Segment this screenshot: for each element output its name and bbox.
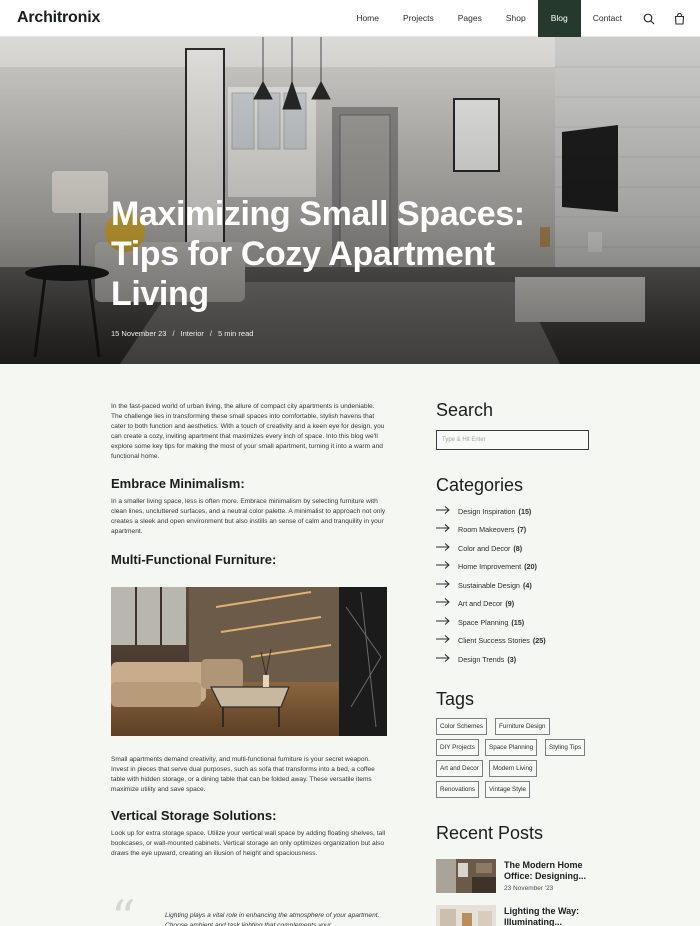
category-count: (15) <box>518 506 532 516</box>
section-text: In a smaller living space, less is often… <box>111 498 386 535</box>
article-intro: In the fast-paced world of urban living,… <box>111 403 385 460</box>
category-item[interactable]: Color and Decor (8) <box>436 543 522 553</box>
category-count: (15) <box>511 617 525 627</box>
pull-quote: Lighting plays a vital role in enhancing… <box>165 912 380 926</box>
category-count: (4) <box>522 580 532 590</box>
category-item[interactable]: Client Success Stories (25) <box>436 635 546 645</box>
section-heading: Vertical Storage Solutions: <box>111 808 277 823</box>
category-label: Art and Decor <box>458 598 503 608</box>
category-item[interactable]: Art and Decor (9) <box>436 598 514 608</box>
nav-contact[interactable]: Contact <box>581 0 634 37</box>
recent-post-thumbnail[interactable] <box>436 859 496 893</box>
section-heading: Embrace Minimalism: <box>111 476 245 491</box>
arrow-right-icon <box>436 561 458 571</box>
category-label: Design Trends <box>458 654 505 664</box>
category-item[interactable]: Sustainable Design (4) <box>436 580 532 590</box>
category-label: Color and Decor <box>458 543 511 553</box>
nav-blog[interactable]: Blog <box>537 0 581 37</box>
arrow-right-icon <box>436 617 458 627</box>
category-count: (9) <box>505 598 515 608</box>
arrow-right-icon <box>436 598 458 608</box>
tag-chip[interactable]: Styling Tips <box>545 739 586 756</box>
tag-chip[interactable]: Color Schemes <box>436 718 488 735</box>
category-count: (8) <box>513 543 523 553</box>
category-label: Room Makeovers <box>458 524 515 534</box>
main-menu: Home Projects Pages Shop Blog Contact <box>344 0 700 37</box>
arrow-right-icon <box>436 654 458 664</box>
top-nav: Architronix Home Projects Pages Shop Blo… <box>0 0 700 37</box>
categories-title: Categories <box>436 475 524 495</box>
section-text: Small apartments demand creativity, and … <box>111 756 375 793</box>
tag-chip[interactable]: Renovations <box>436 781 480 798</box>
recent-post-title[interactable]: The Modern Home Office: Designing... <box>504 860 596 882</box>
nav-home[interactable]: Home <box>344 0 391 37</box>
tag-chip[interactable]: DIY Projects <box>436 739 479 756</box>
category-count: (25) <box>532 635 546 645</box>
search-title: Search <box>436 400 494 420</box>
category-item[interactable]: Design Trends (3) <box>436 654 516 664</box>
hero-banner: Maximizing Small Spaces: Tips for Cozy A… <box>0 37 700 364</box>
section-text: Look up for extra storage space. Utilize… <box>111 830 386 857</box>
section-heading: Multi-Functional Furniture: <box>111 552 277 567</box>
post-title: Maximizing Small Spaces: Tips for Cozy A… <box>111 195 525 313</box>
arrow-right-icon <box>436 580 458 590</box>
recent-post-thumbnail[interactable] <box>436 905 496 926</box>
arrow-right-icon <box>436 506 458 516</box>
category-count: (7) <box>517 524 527 534</box>
category-label: Space Planning <box>458 617 509 627</box>
post-category[interactable]: Interior <box>181 329 204 338</box>
category-count: (3) <box>507 654 517 664</box>
search-icon[interactable] <box>634 0 664 37</box>
post-date: 15 November 23 <box>111 329 167 338</box>
category-label: Client Success Stories <box>458 635 530 645</box>
site-logo[interactable]: Architronix <box>17 9 100 27</box>
recent-posts-title: Recent Posts <box>436 823 544 843</box>
category-item[interactable]: Space Planning (15) <box>436 617 524 627</box>
post-read-time: 5 min read <box>217 329 254 338</box>
arrow-right-icon <box>436 635 458 645</box>
nav-projects[interactable]: Projects <box>391 0 446 37</box>
arrow-right-icon <box>436 543 458 553</box>
category-count: (20) <box>524 561 537 571</box>
recent-post-title[interactable]: Lighting the Way: Illuminating... <box>504 906 596 926</box>
living-room-image <box>111 587 387 736</box>
nav-pages[interactable]: Pages <box>446 0 494 37</box>
meta-separator: / <box>172 329 175 338</box>
category-item[interactable]: Room Makeovers (7) <box>436 524 526 534</box>
meta-separator: / <box>209 329 212 338</box>
quote-mark-icon: “ <box>111 890 136 926</box>
tag-chip[interactable]: Art and Decor <box>436 760 483 777</box>
tag-chip[interactable]: Modern Living <box>489 760 537 777</box>
arrow-right-icon <box>436 524 458 534</box>
category-label: Design Inspiration <box>458 506 516 516</box>
category-item[interactable]: Home Improvement (20) <box>436 561 537 571</box>
tag-chip[interactable]: Vintage Style <box>485 781 530 798</box>
nav-shop[interactable]: Shop <box>494 0 538 37</box>
category-label: Home Improvement <box>458 561 522 571</box>
category-label: Sustainable Design <box>458 580 520 590</box>
tag-chip[interactable]: Space Planning <box>485 739 538 756</box>
search-input[interactable]: Type & Hit Enter <box>436 430 589 450</box>
recent-post-date: 23 November '23 <box>504 885 554 892</box>
category-item[interactable]: Design Inspiration (15) <box>436 506 531 516</box>
cart-icon[interactable] <box>664 0 694 37</box>
post-meta: 15 November 23 / Interior / 5 min read <box>111 329 253 338</box>
tags-title: Tags <box>436 689 475 709</box>
tag-chip[interactable]: Furniture Design <box>495 718 550 735</box>
